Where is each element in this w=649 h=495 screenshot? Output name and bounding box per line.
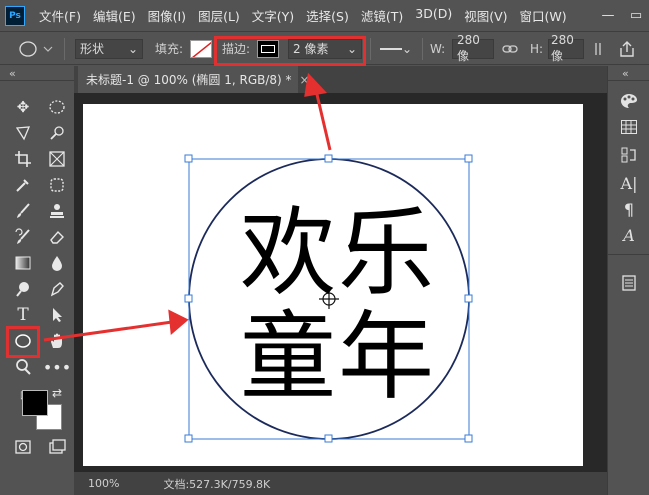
align-edges-icon[interactable] xyxy=(594,41,608,57)
type-icon[interactable]: T xyxy=(12,304,34,326)
menu-item[interactable]: 文件(F) xyxy=(33,6,87,25)
stroke-label: 描边: xyxy=(222,42,251,56)
menu-item[interactable]: 窗口(W) xyxy=(514,6,573,25)
eyedropper-icon[interactable] xyxy=(12,174,34,196)
menu-item[interactable]: 选择(S) xyxy=(300,6,355,25)
quick-mask-icon[interactable] xyxy=(12,436,34,458)
blur-icon[interactable] xyxy=(46,252,68,274)
menu-item[interactable]: 图像(I) xyxy=(142,6,192,25)
share-icon[interactable] xyxy=(618,40,636,58)
hand-icon[interactable] xyxy=(46,330,68,352)
marquee-icon[interactable] xyxy=(46,96,68,118)
canvas-text-layer[interactable]: 欢乐 童年 xyxy=(228,201,448,409)
stroke-width-value: 2 像素 xyxy=(293,42,329,56)
photoshop-logo: Ps xyxy=(5,5,25,26)
glyphs-panel-icon[interactable]: A xyxy=(618,224,640,246)
pen-icon[interactable] xyxy=(46,278,68,300)
history-panel-icon[interactable] xyxy=(618,144,640,166)
foreground-color-swatch[interactable] xyxy=(22,390,48,416)
color-panel-icon[interactable] xyxy=(618,90,640,112)
history-brush-icon[interactable] xyxy=(12,226,34,248)
no-fill-icon xyxy=(192,41,211,57)
stroke-line-icon xyxy=(380,47,402,50)
menu-item[interactable]: 编辑(E) xyxy=(87,6,142,25)
chevron-down-icon: ⌄ xyxy=(127,41,138,56)
stroke-preview-icon xyxy=(261,44,275,53)
lasso-icon[interactable] xyxy=(12,122,34,144)
menu-item[interactable]: 视图(V) xyxy=(458,6,513,25)
stroke-width-select[interactable]: 2 像素 ⌄ xyxy=(288,38,362,59)
height-input[interactable]: 280 像 xyxy=(548,33,584,63)
chevron-down-icon: ⌄ xyxy=(401,41,412,56)
properties-panel-icon[interactable] xyxy=(618,272,640,294)
path-selection-icon[interactable] xyxy=(46,304,68,326)
stroke-type-select[interactable]: ⌄ xyxy=(376,38,416,59)
width-input[interactable]: 280 像 xyxy=(452,33,494,63)
zoom-icon[interactable] xyxy=(12,356,34,378)
collapse-icon[interactable]: « xyxy=(622,67,629,80)
fill-label: 填充: xyxy=(155,42,184,56)
quick-selection-icon[interactable] xyxy=(46,122,68,144)
width-label: W: xyxy=(430,41,446,56)
document-info: 文档:527.3K/759.8K xyxy=(163,477,271,491)
menu-item[interactable]: 图层(L) xyxy=(192,6,246,25)
eraser-icon[interactable] xyxy=(46,226,68,248)
minimize-icon[interactable]: — xyxy=(597,4,619,26)
document-canvas[interactable]: 欢乐 童年 xyxy=(83,104,583,466)
close-icon[interactable]: × xyxy=(300,73,310,87)
height-label: H: xyxy=(530,41,544,56)
options-bar: 形状 ⌄ 填充: 描边: 2 像素 ⌄ ⌄ W: 280 像 H: 280 像 xyxy=(0,31,649,66)
dodge-icon[interactable] xyxy=(12,278,34,300)
menu-item[interactable]: 3D(D) xyxy=(409,6,458,25)
swap-colors-icon[interactable]: ⇄ xyxy=(52,386,62,400)
canvas-text-line-1: 欢乐 xyxy=(240,197,436,309)
stamp-icon[interactable] xyxy=(46,200,68,222)
mode-select-value: 形状 xyxy=(80,42,105,56)
chevron-down-icon: ⌄ xyxy=(346,41,357,56)
ellipse-icon[interactable] xyxy=(12,330,34,352)
collapse-icon[interactable]: « xyxy=(9,67,16,80)
document-tab-title: 未标题-1 @ 100% (椭圆 1, RGB/8) * xyxy=(86,73,292,87)
link-icon[interactable] xyxy=(502,42,518,56)
more-tools-icon[interactable]: ••• xyxy=(43,356,71,378)
ellipse-preset-icon xyxy=(19,40,53,57)
menu-item[interactable]: 文字(Y) xyxy=(246,6,300,25)
crop-icon[interactable] xyxy=(12,148,34,170)
menu: 文件(F) 编辑(E) 图像(I) 图层(L) 文字(Y) 选择(S) 滤镜(T) 3D(D)… xyxy=(33,6,573,25)
canvas-text-line-2: 童年 xyxy=(240,301,436,413)
menu-bar: Ps 文件(F) 编辑(E) 图像(I) 图层(L) 文字(Y) 选择(S) 滤镜(T) 3D… xyxy=(0,0,649,31)
character-panel-icon[interactable]: A| xyxy=(618,172,640,194)
spot-healing-icon[interactable] xyxy=(46,174,68,196)
height-value: 280 像 xyxy=(551,33,574,63)
status-bar: 100% 文档:527.3K/759.8K xyxy=(74,472,607,495)
width-value: 280 像 xyxy=(457,33,480,63)
paragraph-panel-icon[interactable]: ¶ xyxy=(618,198,640,220)
toolbar: « ✥ T ••• ⇄ xyxy=(0,66,74,495)
swatches-panel-icon[interactable] xyxy=(618,116,640,138)
maximize-icon[interactable]: ▭ xyxy=(625,4,647,26)
document-tab-bar: 未标题-1 @ 100% (椭圆 1, RGB/8) * × xyxy=(74,66,607,93)
mode-select[interactable]: 形状 ⌄ xyxy=(75,38,143,59)
document-tab[interactable]: 未标题-1 @ 100% (椭圆 1, RGB/8) * × xyxy=(78,66,310,93)
tool-preset-picker[interactable] xyxy=(14,32,54,65)
move-icon[interactable]: ✥ xyxy=(12,96,34,118)
menu-item[interactable]: 滤镜(T) xyxy=(355,6,409,25)
fill-swatch[interactable] xyxy=(190,39,212,58)
right-panel-dock: « A| ¶ A xyxy=(607,66,649,495)
brush-icon[interactable] xyxy=(12,200,34,222)
stroke-swatch[interactable] xyxy=(257,39,279,58)
zoom-level[interactable]: 100% xyxy=(88,477,119,490)
screen-mode-icon[interactable] xyxy=(46,436,68,458)
gradient-icon[interactable] xyxy=(12,252,34,274)
frame-icon[interactable] xyxy=(46,148,68,170)
